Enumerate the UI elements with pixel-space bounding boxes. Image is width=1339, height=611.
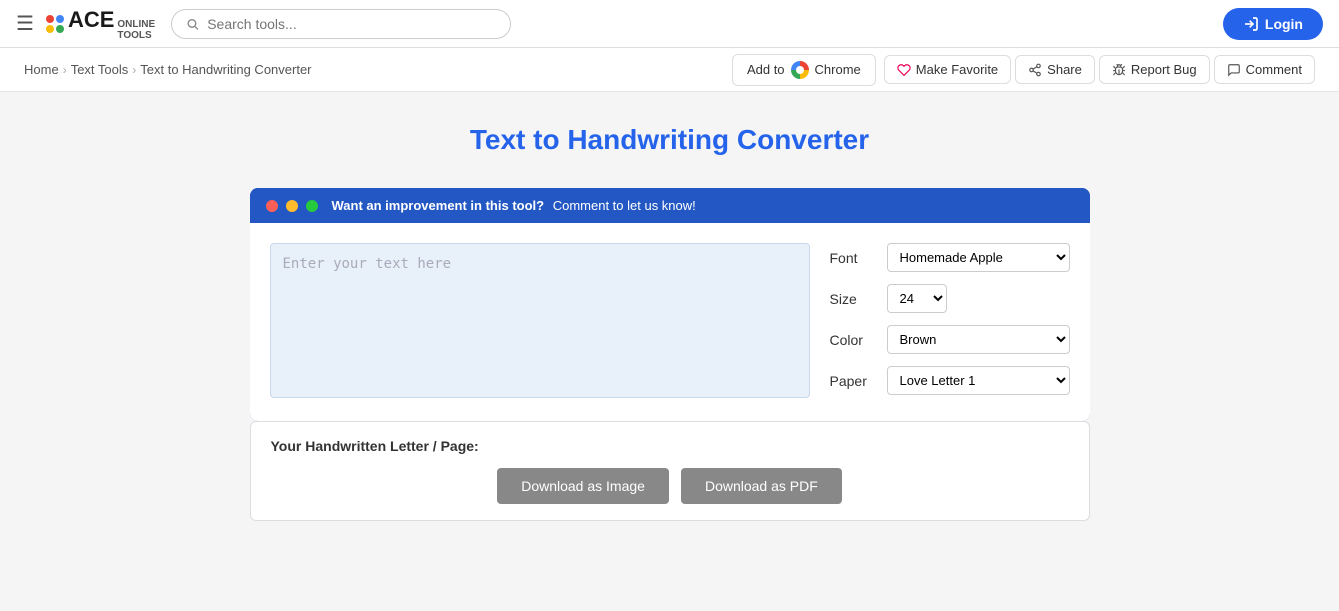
breadcrumb-text-tools[interactable]: Text Tools bbox=[71, 62, 129, 77]
bug-icon bbox=[1112, 63, 1126, 77]
search-icon bbox=[186, 17, 199, 31]
main-content: Text to Handwriting Converter Want an im… bbox=[0, 92, 1339, 541]
color-control-row: Color Black Blue Brown Red Green bbox=[830, 325, 1070, 354]
window-dot-yellow bbox=[286, 200, 298, 212]
tool-card-header: Want an improvement in this tool? Commen… bbox=[250, 188, 1090, 223]
login-button[interactable]: Login bbox=[1223, 8, 1323, 40]
comment-icon bbox=[1227, 63, 1241, 77]
font-control-row: Font Homemade Apple Caveat Dancing Scrip… bbox=[830, 243, 1070, 272]
logo-dot-red bbox=[46, 15, 54, 23]
action-bar: Home › Text Tools › Text to Handwriting … bbox=[0, 48, 1339, 92]
output-section: Your Handwritten Letter / Page: Download… bbox=[250, 421, 1090, 521]
breadcrumb-home[interactable]: Home bbox=[24, 62, 59, 77]
logo-dots bbox=[46, 15, 64, 33]
navbar: ☰ ACE ONLINETOOLS Login bbox=[0, 0, 1339, 48]
logo-dot-green bbox=[56, 25, 64, 33]
tool-card: Want an improvement in this tool? Commen… bbox=[250, 188, 1090, 421]
add-to-label: Add to bbox=[747, 62, 785, 77]
heart-icon bbox=[897, 63, 911, 77]
logo-area: ACE ONLINETOOLS bbox=[46, 7, 155, 41]
breadcrumb-sep-2: › bbox=[132, 63, 136, 77]
logo-dot-blue bbox=[56, 15, 64, 23]
window-dot-red bbox=[266, 200, 278, 212]
comment-button[interactable]: Comment bbox=[1214, 55, 1315, 84]
window-dot-green bbox=[306, 200, 318, 212]
size-label: Size bbox=[830, 291, 875, 307]
add-to-chrome-button[interactable]: Add to Chrome bbox=[732, 54, 876, 86]
controls-section: Font Homemade Apple Caveat Dancing Scrip… bbox=[830, 243, 1070, 401]
size-select[interactable]: 12 16 20 24 28 32 36 bbox=[887, 284, 947, 313]
breadcrumb: Home › Text Tools › Text to Handwriting … bbox=[24, 62, 732, 77]
color-select[interactable]: Black Blue Brown Red Green bbox=[887, 325, 1070, 354]
text-area-section bbox=[270, 243, 810, 401]
search-input[interactable] bbox=[207, 16, 496, 32]
action-buttons: Add to Chrome Make Favorite Share Report… bbox=[732, 54, 1315, 86]
font-label: Font bbox=[830, 250, 875, 266]
tool-card-body: Font Homemade Apple Caveat Dancing Scrip… bbox=[250, 223, 1090, 421]
tool-card-banner: Want an improvement in this tool? Commen… bbox=[332, 198, 696, 213]
hamburger-menu[interactable]: ☰ bbox=[16, 11, 34, 36]
logo-text: ACE ONLINETOOLS bbox=[68, 7, 155, 41]
breadcrumb-current: Text to Handwriting Converter bbox=[140, 62, 311, 77]
login-icon bbox=[1243, 16, 1259, 32]
report-bug-button[interactable]: Report Bug bbox=[1099, 55, 1210, 84]
logo-dot-yellow bbox=[46, 25, 54, 33]
make-favorite-button[interactable]: Make Favorite bbox=[884, 55, 1011, 84]
paper-control-row: Paper Love Letter 1 Love Letter 2 Plain … bbox=[830, 366, 1070, 395]
breadcrumb-sep-1: › bbox=[63, 63, 67, 77]
output-title: Your Handwritten Letter / Page: bbox=[271, 438, 1069, 454]
size-control-row: Size 12 16 20 24 28 32 36 bbox=[830, 284, 1070, 313]
download-image-button[interactable]: Download as Image bbox=[497, 468, 669, 504]
font-select[interactable]: Homemade Apple Caveat Dancing Script Pac… bbox=[887, 243, 1070, 272]
chrome-label: Chrome bbox=[815, 62, 861, 77]
paper-label: Paper bbox=[830, 373, 875, 389]
search-bar[interactable] bbox=[171, 9, 511, 39]
text-input[interactable] bbox=[270, 243, 810, 398]
paper-select[interactable]: Love Letter 1 Love Letter 2 Plain White … bbox=[887, 366, 1070, 395]
color-label: Color bbox=[830, 332, 875, 348]
output-buttons: Download as Image Download as PDF bbox=[271, 468, 1069, 504]
download-pdf-button[interactable]: Download as PDF bbox=[681, 468, 842, 504]
share-button[interactable]: Share bbox=[1015, 55, 1095, 84]
chrome-icon bbox=[791, 61, 809, 79]
share-icon bbox=[1028, 63, 1042, 77]
page-title: Text to Handwriting Converter bbox=[470, 124, 869, 156]
